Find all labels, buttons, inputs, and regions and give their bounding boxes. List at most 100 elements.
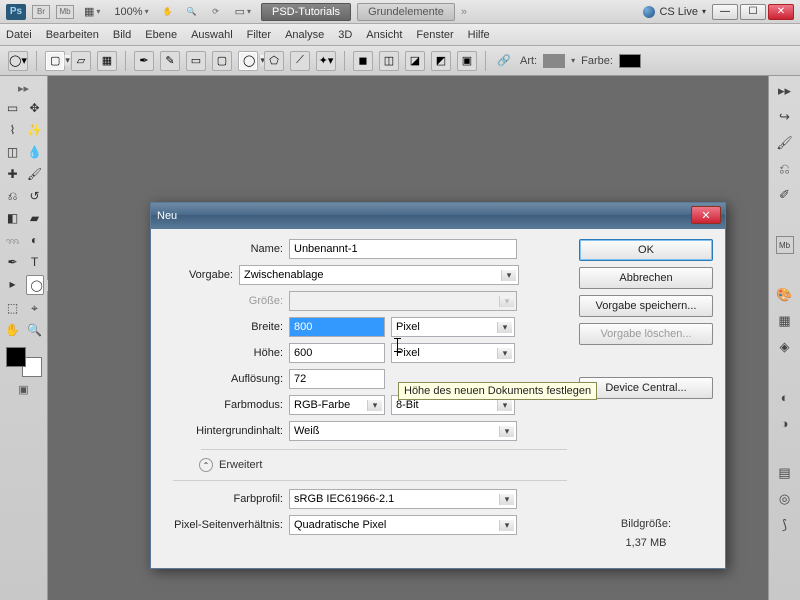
eyedropper-tool[interactable]: 💧 [26,143,44,161]
style-swatch[interactable] [543,54,565,68]
minimize-button[interactable]: — [712,4,738,20]
breite-input[interactable] [289,317,385,337]
menu-datei[interactable]: Datei [6,29,32,41]
erweitert-toggle[interactable]: ⌃ Erweitert [199,458,567,472]
shape-tool[interactable]: ◯ [26,275,44,295]
pathop-add[interactable]: ◫ [379,51,399,71]
clone-panel-icon[interactable]: ⎌ [776,160,794,178]
minibridge-panel-icon[interactable]: Mb [776,236,794,254]
menu-filter[interactable]: Filter [247,29,271,41]
hoehe-input[interactable] [289,343,385,363]
custom-shape-icon[interactable]: ✦▾ [316,51,336,71]
dialog-titlebar[interactable]: Neu ✕ [151,203,725,229]
brushpresets-panel-icon[interactable]: ✐ [776,186,794,204]
panel-collapse-icon[interactable]: ▸▸ [776,82,794,100]
close-button[interactable]: ✕ [768,4,794,20]
menu-ebene[interactable]: Ebene [145,29,177,41]
farbmodus-select[interactable]: RGB-Farbe [289,395,385,415]
3d-tool[interactable]: ⬚ [4,299,22,317]
rect-shape-icon[interactable]: ▭ [186,51,206,71]
masks-panel-icon[interactable]: ◑ [776,414,794,432]
pen-icon[interactable]: ✒ [134,51,154,71]
color-panel-icon[interactable]: 🎨 [776,286,794,304]
menu-ansicht[interactable]: Ansicht [366,29,402,41]
pathop-subtract[interactable]: ◪ [405,51,425,71]
pathop-exclude[interactable]: ▣ [457,51,477,71]
type-tool[interactable]: T [26,253,44,271]
line-shape-icon[interactable]: ⟋ [290,51,310,71]
mode-paths[interactable]: ▱ [71,51,91,71]
menu-analyse[interactable]: Analyse [285,29,324,41]
name-input[interactable] [289,239,517,259]
menu-bearbeiten[interactable]: Bearbeiten [46,29,99,41]
ellipse-shape-icon[interactable]: ◯ [238,51,258,71]
rotate-icon[interactable]: ⟳ [207,5,225,19]
hand-icon[interactable]: ✋ [159,5,177,19]
device-central-button[interactable]: Device Central... [579,377,713,399]
menu-bild[interactable]: Bild [113,29,131,41]
bridge-icon[interactable]: Br [32,5,50,19]
hintergrund-select[interactable]: Weiß [289,421,517,441]
hoehe-unit-select[interactable]: Pixel [391,343,515,363]
gradient-tool[interactable]: ▰ [26,209,44,227]
minibridge-icon[interactable]: Mb [56,5,74,19]
wand-tool[interactable]: ✨ [26,121,44,139]
foreground-color[interactable] [6,347,26,367]
menu-auswahl[interactable]: Auswahl [191,29,233,41]
dodge-tool[interactable]: ◐ [26,231,44,249]
healing-tool[interactable]: ✚ [4,165,22,183]
abbrechen-button[interactable]: Abbrechen [579,267,713,289]
3d-camera-tool[interactable]: ⌖ [26,299,44,317]
menu-fenster[interactable]: Fenster [416,29,453,41]
farbprofil-select[interactable]: sRGB IEC61966-2.1 [289,489,517,509]
menu-hilfe[interactable]: Hilfe [468,29,490,41]
move-tool[interactable]: ✥ [26,99,44,117]
adjustments-panel-icon[interactable]: ◐ [776,388,794,406]
mode-shape-layers[interactable]: ▢ [45,51,65,71]
brush-tool[interactable]: 🖌 [26,165,44,183]
dialog-close-button[interactable]: ✕ [691,206,721,224]
pathop-intersect[interactable]: ◩ [431,51,451,71]
crop-tool[interactable]: ◫ [4,143,22,161]
blur-tool[interactable]: 𓄺 [4,231,22,249]
channels-panel-icon[interactable]: ◎ [776,490,794,508]
layers-panel-icon[interactable]: ▤ [776,464,794,482]
history-brush-tool[interactable]: ↺ [26,187,44,205]
more-workspaces-icon[interactable]: » [461,6,467,18]
freeform-pen-icon[interactable]: ✎ [160,51,180,71]
path-select-tool[interactable]: ▸ [4,275,22,293]
brush-panel-icon[interactable]: 🖌 [776,134,794,152]
ok-button[interactable]: OK [579,239,713,261]
link-icon[interactable]: 🔗 [494,51,514,71]
roundrect-shape-icon[interactable]: ▢ [212,51,232,71]
color-swatch[interactable] [619,54,641,68]
menu-3d[interactable]: 3D [338,29,352,41]
zoom-tool[interactable]: 🔍 [26,321,44,339]
hand-tool[interactable]: ✋ [4,321,22,339]
layout-dropdown[interactable]: ▦ [80,5,104,18]
color-picker[interactable] [6,347,42,377]
aufloesung-input[interactable] [289,369,385,389]
swatches-panel-icon[interactable]: ▦ [776,312,794,330]
pathop-new[interactable]: ◼ [353,51,373,71]
zoom-dropdown[interactable]: 100% [110,6,152,18]
marquee-tool[interactable]: ▭ [4,99,22,117]
workspace-tab[interactable]: Grundelemente [357,3,455,21]
breite-unit-select[interactable]: Pixel [391,317,515,337]
stamp-tool[interactable]: ⎌ [4,187,22,205]
shape-preset-dropdown[interactable]: ◯▾ [8,51,28,71]
quickmask-icon[interactable]: ▣ [4,383,43,396]
history-panel-icon[interactable]: ↪ [776,108,794,126]
screen-mode-dropdown[interactable]: ▭ [231,5,255,18]
lasso-tool[interactable]: ⌇ [4,121,22,139]
polygon-shape-icon[interactable]: ⬠ [264,51,284,71]
pen-tool[interactable]: ✒ [4,253,22,271]
paths-panel-icon[interactable]: ⟆ [776,516,794,534]
maximize-button[interactable]: ☐ [740,4,766,20]
cslive-button[interactable]: CS Live ▾ [643,6,706,18]
zoom-icon[interactable]: 🔍 [183,5,201,19]
vorgabe-select[interactable]: Zwischenablage [239,265,519,285]
toolbox-collapse-icon[interactable]: ▸▸ [4,82,43,95]
eraser-tool[interactable]: ◧ [4,209,22,227]
vorgabe-speichern-button[interactable]: Vorgabe speichern... [579,295,713,317]
